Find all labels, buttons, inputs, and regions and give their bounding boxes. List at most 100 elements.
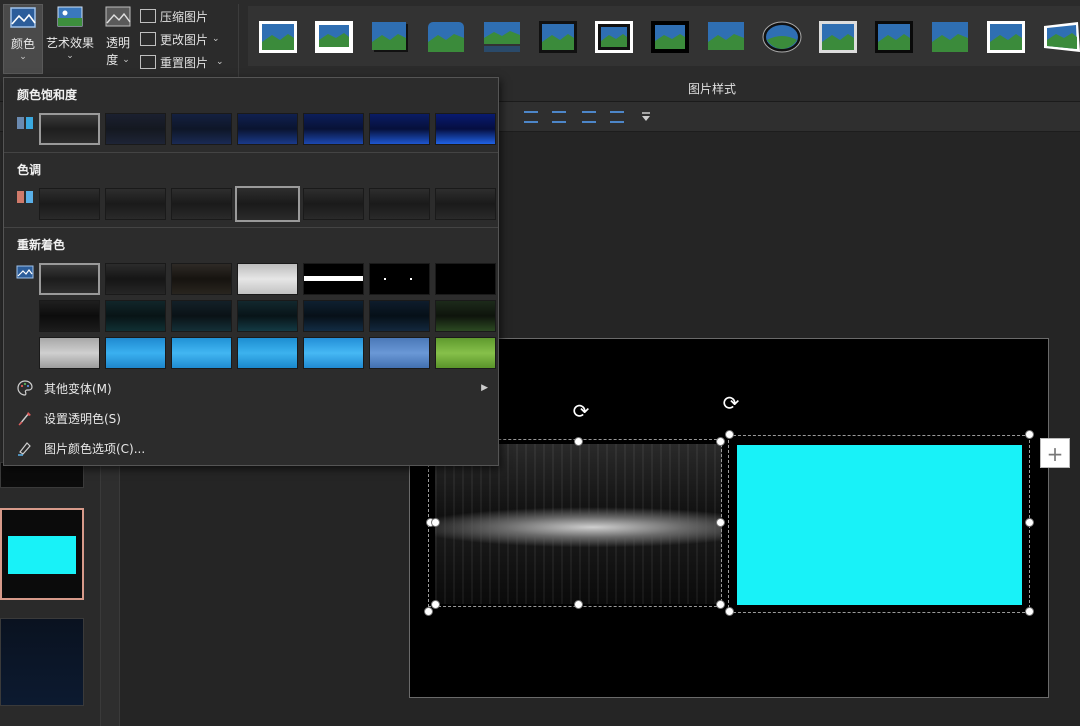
picture-style-simple-frame[interactable] <box>258 20 298 54</box>
saturation-swatch[interactable] <box>303 113 364 145</box>
slide-thumbnail-selected[interactable] <box>0 508 84 600</box>
transparent-color-icon <box>16 410 34 426</box>
color-icon <box>10 7 36 28</box>
recolor-swatch[interactable] <box>39 337 100 369</box>
recolor-swatch[interactable] <box>369 300 430 332</box>
picture-style-oval[interactable] <box>762 20 802 54</box>
picture-style-perspective[interactable] <box>1042 20 1080 54</box>
saturation-section-title: 颜色饱和度 <box>17 88 78 102</box>
reset-picture-label: 重置图片 <box>160 55 209 70</box>
transparency-label-2: 度 <box>106 53 119 67</box>
recolor-swatch[interactable] <box>105 263 166 295</box>
tone-swatch[interactable] <box>171 188 232 220</box>
recolor-swatch[interactable] <box>171 300 232 332</box>
rotate-handle-left-icon[interactable]: ⟳ <box>570 400 592 422</box>
picture-style-soft-shadow[interactable] <box>370 20 410 54</box>
tone-swatch[interactable] <box>435 188 496 220</box>
recolor-swatch[interactable] <box>369 337 430 369</box>
recolor-swatch[interactable] <box>303 337 364 369</box>
resize-handle[interactable] <box>716 437 725 446</box>
transparency-button[interactable]: 透明 度 ⌄ <box>100 4 136 74</box>
saturation-swatch[interactable] <box>39 113 100 145</box>
color-button[interactable]: 颜色 ⌄ <box>3 4 43 74</box>
change-picture-button[interactable]: 更改图片 ⌄ <box>140 29 220 49</box>
right-image-selection-box <box>728 435 1030 613</box>
align-left-icon[interactable] <box>524 111 538 123</box>
resize-handle[interactable] <box>574 437 583 446</box>
recolor-swatch[interactable] <box>105 300 166 332</box>
section-divider <box>4 227 498 228</box>
compress-pictures-button[interactable]: 压缩图片 <box>140 6 208 26</box>
tone-swatch[interactable] <box>303 188 364 220</box>
recolor-swatch[interactable] <box>303 300 364 332</box>
resize-handle[interactable] <box>1025 607 1034 616</box>
resize-handle[interactable] <box>431 518 440 527</box>
recolor-swatch[interactable] <box>369 263 430 295</box>
outdent-icon[interactable] <box>610 111 624 123</box>
set-transparent-color-menu-item[interactable]: 设置透明色(S) <box>16 407 121 429</box>
saturation-swatch[interactable] <box>435 113 496 145</box>
resize-handle[interactable] <box>1025 430 1034 439</box>
recolor-swatch[interactable] <box>237 263 298 295</box>
picture-styles-group-label: 图片样式 <box>688 82 737 96</box>
reset-picture-button[interactable]: 重置图片 ⌄ <box>140 52 224 72</box>
tone-swatch[interactable] <box>235 186 300 222</box>
add-element-button[interactable]: + <box>1040 438 1070 468</box>
recolor-swatch[interactable] <box>435 300 496 332</box>
picture-style-reflected[interactable] <box>482 20 522 54</box>
tone-swatch[interactable] <box>369 188 430 220</box>
picture-style-thick-frame[interactable] <box>594 20 634 54</box>
picture-style-beveled[interactable] <box>538 20 578 54</box>
picture-style-dark-frame[interactable] <box>874 20 914 54</box>
change-picture-label: 更改图片 <box>160 32 209 47</box>
recolor-swatch[interactable] <box>303 263 364 295</box>
picture-style-moderate-frame[interactable] <box>930 20 970 54</box>
picture-color-options-menu-item[interactable]: 图片颜色选项(C)... <box>16 437 145 459</box>
tone-swatch[interactable] <box>105 188 166 220</box>
picture-style-center-shadow[interactable] <box>818 20 858 54</box>
tone-icon <box>17 191 33 203</box>
resize-handle[interactable] <box>574 600 583 609</box>
bw-highlight <box>304 276 363 281</box>
saturation-swatch[interactable] <box>369 113 430 145</box>
resize-handle[interactable] <box>431 600 440 609</box>
slide-thumbnail[interactable] <box>0 618 84 706</box>
change-picture-icon <box>140 32 156 46</box>
indent-icon[interactable] <box>582 111 596 123</box>
recolor-swatch[interactable] <box>105 337 166 369</box>
more-variations-label: 其他变体(M) <box>44 381 112 396</box>
recolor-swatch[interactable] <box>171 263 232 295</box>
picture-style-metal[interactable] <box>706 20 746 54</box>
more-options-icon[interactable] <box>640 112 652 122</box>
more-variations-menu-item[interactable]: 其他变体(M) <box>16 377 490 399</box>
resize-handle[interactable] <box>725 607 734 616</box>
recolor-icon <box>16 265 34 279</box>
chevron-down-icon: ⌄ <box>212 34 220 44</box>
saturation-swatch[interactable] <box>171 113 232 145</box>
color-dropdown-menu: 颜色饱和度 色调 重新着色 其他变体(M) ▶ 设置透明色(S) 图片颜色选项(… <box>3 77 499 466</box>
recolor-swatch[interactable] <box>171 337 232 369</box>
picture-style-rotated[interactable] <box>986 20 1026 54</box>
saturation-swatch[interactable] <box>237 113 298 145</box>
resize-handle[interactable] <box>1025 518 1034 527</box>
recolor-swatch[interactable] <box>435 263 496 295</box>
align-right-icon[interactable] <box>552 111 566 123</box>
recolor-swatch[interactable] <box>39 263 100 295</box>
resize-handle[interactable] <box>716 600 725 609</box>
picture-style-white-border[interactable] <box>314 20 354 54</box>
picture-style-black-frame[interactable] <box>650 20 690 54</box>
saturation-swatch[interactable] <box>105 113 166 145</box>
recolor-swatch[interactable] <box>435 337 496 369</box>
tone-swatch[interactable] <box>39 188 100 220</box>
resize-handle[interactable] <box>424 607 433 616</box>
recolor-swatch[interactable] <box>237 337 298 369</box>
app-root: 颜色 ⌄ 艺术效果 ⌄ 透明 度 ⌄ 压缩图片 更改图片 ⌄ 重置图片 ⌄ 图片… <box>0 0 1080 726</box>
rotate-handle-right-icon[interactable]: ⟳ <box>720 392 742 414</box>
resize-handle[interactable] <box>725 430 734 439</box>
bw-dot <box>384 278 386 280</box>
recolor-swatch[interactable] <box>39 300 100 332</box>
recolor-swatch[interactable] <box>237 300 298 332</box>
artistic-effects-button[interactable]: 艺术效果 ⌄ <box>45 4 95 74</box>
resize-handle[interactable] <box>716 518 725 527</box>
picture-style-rounded[interactable] <box>426 20 466 54</box>
